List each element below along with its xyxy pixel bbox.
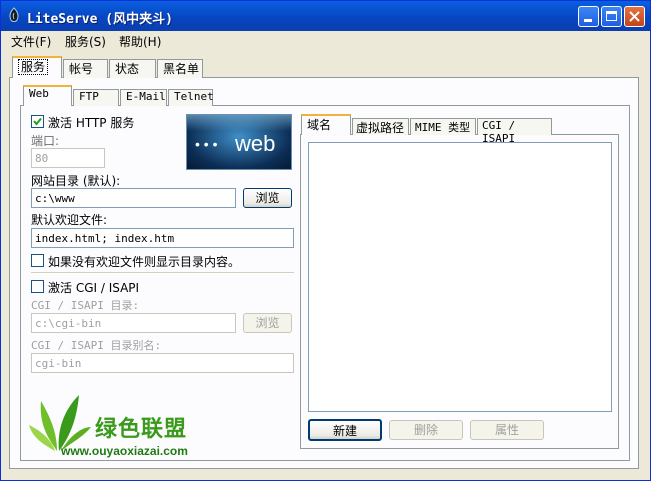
close-button[interactable] bbox=[624, 6, 645, 27]
tab-ftp[interactable]: FTP bbox=[73, 89, 119, 106]
tab-virtual-path-label: 虚拟路径 bbox=[356, 121, 405, 135]
cgi-alias-input[interactable]: cgi-bin bbox=[31, 353, 294, 373]
close-icon bbox=[629, 11, 640, 22]
tab-domain[interactable]: 域名 bbox=[301, 114, 351, 135]
tab-email[interactable]: E-Mail bbox=[120, 89, 167, 106]
tab-status-label: 状态 bbox=[115, 62, 140, 76]
menu-file[interactable]: 文件(F) bbox=[11, 33, 51, 50]
tab-virtual-path[interactable]: 虚拟路径 bbox=[352, 118, 409, 135]
enable-http-label: 激活 HTTP 服务 bbox=[48, 116, 135, 130]
maximize-button[interactable] bbox=[601, 6, 622, 27]
tab-telnet[interactable]: Telnet bbox=[168, 89, 214, 106]
tab-status[interactable]: 状态 bbox=[109, 59, 156, 78]
tab-web-label: Web bbox=[29, 87, 49, 100]
menu-service[interactable]: 服务(S) bbox=[65, 33, 106, 50]
default-doc-label: 默认欢迎文件: bbox=[31, 213, 108, 227]
tab-telnet-label: Telnet bbox=[174, 90, 214, 103]
tab-account[interactable]: 帐号 bbox=[63, 59, 108, 78]
show-dir-checkbox[interactable] bbox=[31, 254, 44, 267]
domain-list[interactable] bbox=[308, 142, 612, 412]
new-button[interactable]: 新建 bbox=[308, 419, 382, 441]
cgi-dir-label: CGI / ISAPI 目录: bbox=[31, 299, 140, 312]
enable-cgi-label: 激活 CGI / ISAPI bbox=[48, 281, 140, 295]
minimize-button[interactable] bbox=[578, 6, 599, 27]
watermark-url: www.ouyaoxiazai.com bbox=[61, 444, 188, 458]
window-title: LiteServe (风中夹斗) bbox=[27, 12, 173, 27]
checkmark-icon bbox=[33, 117, 42, 126]
delete-button[interactable]: 删除 bbox=[389, 420, 463, 440]
default-doc-input[interactable]: index.html; index.htm bbox=[31, 228, 294, 248]
root-dir-label: 网站目录 (默认): bbox=[31, 174, 121, 188]
port-input[interactable]: 80 bbox=[31, 148, 105, 168]
port-label: 端口: bbox=[31, 134, 60, 148]
tab-service[interactable]: 服务 bbox=[12, 56, 62, 78]
tab-ftp-label: FTP bbox=[79, 90, 99, 103]
tab-domain-label: 域名 bbox=[307, 118, 332, 132]
cgi-dir-input[interactable]: c:\cgi-bin bbox=[31, 313, 236, 333]
web-banner-image: • • • web bbox=[186, 114, 292, 170]
minimize-icon bbox=[584, 19, 592, 22]
browse-button[interactable]: 浏览 bbox=[243, 188, 292, 208]
tab-mime[interactable]: MIME 类型 bbox=[410, 118, 476, 135]
tab-email-label: E-Mail bbox=[126, 90, 166, 103]
divider bbox=[31, 272, 294, 274]
root-dir-input[interactable]: c:\www bbox=[31, 188, 236, 208]
title-bar[interactable]: LiteServe (风中夹斗) bbox=[1, 1, 650, 31]
maximize-icon bbox=[606, 11, 617, 21]
cgi-browse-button[interactable]: 浏览 bbox=[243, 313, 292, 333]
menu-help[interactable]: 帮助(H) bbox=[119, 33, 161, 50]
enable-cgi-checkbox[interactable] bbox=[31, 280, 44, 293]
tab-cgi-isapi[interactable]: CGI / ISAPI bbox=[477, 118, 552, 145]
tab-service-label: 服务 bbox=[18, 59, 49, 75]
tab-blacklist[interactable]: 黑名单 bbox=[157, 59, 203, 78]
tab-blacklist-label: 黑名单 bbox=[163, 62, 200, 76]
tab-mime-label: MIME 类型 bbox=[415, 121, 471, 134]
cgi-alias-label: CGI / ISAPI 目录别名: bbox=[31, 339, 162, 352]
enable-http-checkbox[interactable] bbox=[31, 115, 44, 128]
show-dir-label: 如果没有欢迎文件则显示目录内容。 bbox=[48, 255, 241, 269]
main-window: LiteServe (风中夹斗) 文件(F) 服务(S) 帮助(H) 服务 帐号… bbox=[0, 0, 651, 481]
web-banner-text: web bbox=[235, 131, 276, 156]
tab-account-label: 帐号 bbox=[69, 62, 94, 76]
menu-bar: 文件(F) 服务(S) 帮助(H) bbox=[1, 31, 650, 51]
tab-web[interactable]: Web bbox=[23, 85, 72, 106]
watermark-brand: 绿色联盟 bbox=[95, 417, 188, 442]
web-banner-dots: • • • bbox=[195, 136, 218, 152]
properties-button[interactable]: 属性 bbox=[470, 420, 544, 440]
app-icon bbox=[9, 7, 19, 22]
